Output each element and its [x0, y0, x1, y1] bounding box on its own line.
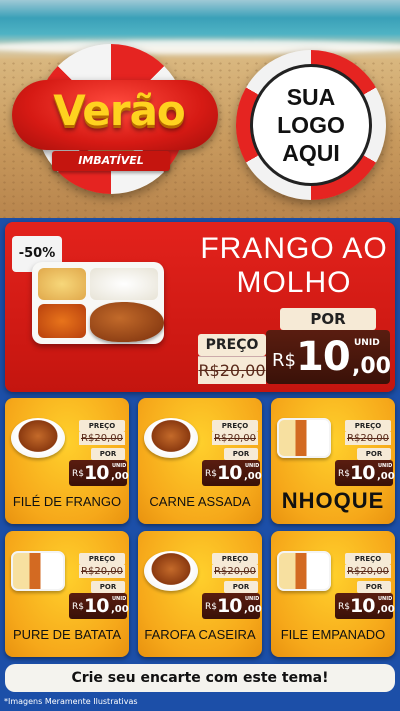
por-label: POR — [91, 581, 125, 593]
preco-label: PREÇO — [345, 553, 391, 565]
price-currency: R$ — [272, 350, 296, 371]
chicken-image — [90, 302, 164, 342]
new-price: R$ 10 UNID ,00 — [335, 593, 395, 619]
price-decimal: ,00 — [111, 471, 129, 482]
dish-image — [11, 551, 65, 591]
logo-placeholder[interactable]: SUA LOGO AQUI — [250, 64, 372, 186]
price-unit: UNID — [112, 463, 127, 469]
price-currency: R$ — [72, 602, 84, 612]
price-decimal: ,00 — [352, 354, 391, 379]
product-name: FILE EMPANADO — [280, 627, 386, 642]
dish-image — [277, 418, 331, 458]
product-card[interactable]: PREÇO R$20,00 POR R$ 10 UNID ,00 FILÉ DE… — [5, 398, 129, 524]
price-unit: UNID — [112, 596, 127, 602]
price-currency: R$ — [72, 469, 84, 479]
product-card[interactable]: PREÇO R$20,00 POR R$ 10 UNID ,00 NHOQUE — [271, 398, 395, 524]
preco-label: PREÇO — [345, 420, 391, 432]
por-label: POR — [224, 581, 258, 593]
verao-title: Verão — [53, 86, 186, 135]
por-label: POR — [357, 581, 391, 593]
old-price: R$20,00 — [79, 432, 125, 445]
tray-compartment-sauce — [38, 304, 86, 338]
price-decimal: ,00 — [111, 604, 129, 615]
preco-label: PREÇO — [198, 334, 266, 356]
price-decimal: ,00 — [377, 471, 395, 482]
preco-label: PREÇO — [212, 420, 258, 432]
product-card[interactable]: PREÇO R$20,00 POR R$ 10 UNID ,00 PURE DE… — [5, 531, 129, 657]
dish-image — [277, 551, 331, 591]
price-integer: 10 — [217, 595, 242, 617]
preco-label: PREÇO — [212, 553, 258, 565]
dish-image — [144, 418, 198, 458]
new-price: R$ 10 UNID ,00 — [202, 593, 262, 619]
dish-image — [144, 551, 198, 591]
por-label: POR — [224, 448, 258, 460]
preco-label: PREÇO — [79, 420, 125, 432]
old-price: R$20,00 — [79, 565, 125, 578]
product-card[interactable]: PREÇO R$20,00 POR R$ 10 UNID ,00 FILE EM… — [271, 531, 395, 657]
product-card[interactable]: PREÇO R$20,00 POR R$ 10 UNID ,00 CARNE A… — [138, 398, 262, 524]
featured-price: R$ 10 UNID ,00 — [266, 330, 391, 384]
price-unit: UNID — [245, 463, 260, 469]
product-name: NHOQUE — [281, 488, 385, 513]
price-integer: 10 — [350, 595, 375, 617]
preco-label: PREÇO — [79, 553, 125, 565]
price-unit: UNID — [378, 596, 393, 602]
por-label: POR — [91, 448, 125, 460]
price-currency: R$ — [338, 469, 350, 479]
new-price: R$ 10 UNID ,00 — [69, 593, 129, 619]
old-price: R$20,00 — [212, 565, 258, 578]
price-unit: UNID — [245, 596, 260, 602]
old-price: R$20,00 — [345, 432, 391, 445]
new-price: R$ 10 UNID ,00 — [335, 460, 395, 486]
sea-foam — [0, 40, 400, 54]
price-unit: UNID — [378, 463, 393, 469]
price-currency: R$ — [205, 602, 217, 612]
old-price: R$20,00 — [212, 432, 258, 445]
price-integer: 10 — [296, 334, 351, 380]
featured-title: FRANGO AO MOLHO — [200, 232, 388, 299]
por-label: POR — [280, 308, 376, 330]
new-price: R$ 10 UNID ,00 — [202, 460, 262, 486]
logo-placeholder-text: SUA LOGO AQUI — [277, 84, 345, 166]
product-name: FAROFA CASEIRA — [144, 627, 256, 642]
tray-compartment-pasta — [38, 268, 86, 300]
product-name: CARNE ASSADA — [149, 494, 251, 509]
product-name: PURE DE BATATA — [12, 627, 122, 642]
price-currency: R$ — [338, 602, 350, 612]
old-price: R$20,00 — [345, 565, 391, 578]
price-currency: R$ — [205, 469, 217, 479]
product-name: FILÉ DE FRANGO — [12, 494, 122, 509]
price-integer: 10 — [84, 462, 109, 484]
new-price: R$ 10 UNID ,00 — [69, 460, 129, 486]
price-decimal: ,00 — [244, 604, 262, 615]
por-label: POR — [357, 448, 391, 460]
price-integer: 10 — [350, 462, 375, 484]
product-card[interactable]: PREÇO R$20,00 POR R$ 10 UNID ,00 FAROFA … — [138, 531, 262, 657]
dish-image — [11, 418, 65, 458]
imbativel-ribbon: IMBATÍVEL — [52, 151, 170, 171]
price-integer: 10 — [84, 595, 109, 617]
cta-banner[interactable]: Crie seu encarte com este tema! — [5, 664, 395, 692]
old-price: R$20,00 — [198, 356, 266, 384]
price-unit: UNID — [354, 338, 380, 348]
tray-compartment-rice — [90, 268, 158, 300]
disclaimer-text: *Imagens Meramente Ilustrativas — [4, 697, 138, 706]
price-decimal: ,00 — [244, 471, 262, 482]
price-decimal: ,00 — [377, 604, 395, 615]
price-integer: 10 — [217, 462, 242, 484]
